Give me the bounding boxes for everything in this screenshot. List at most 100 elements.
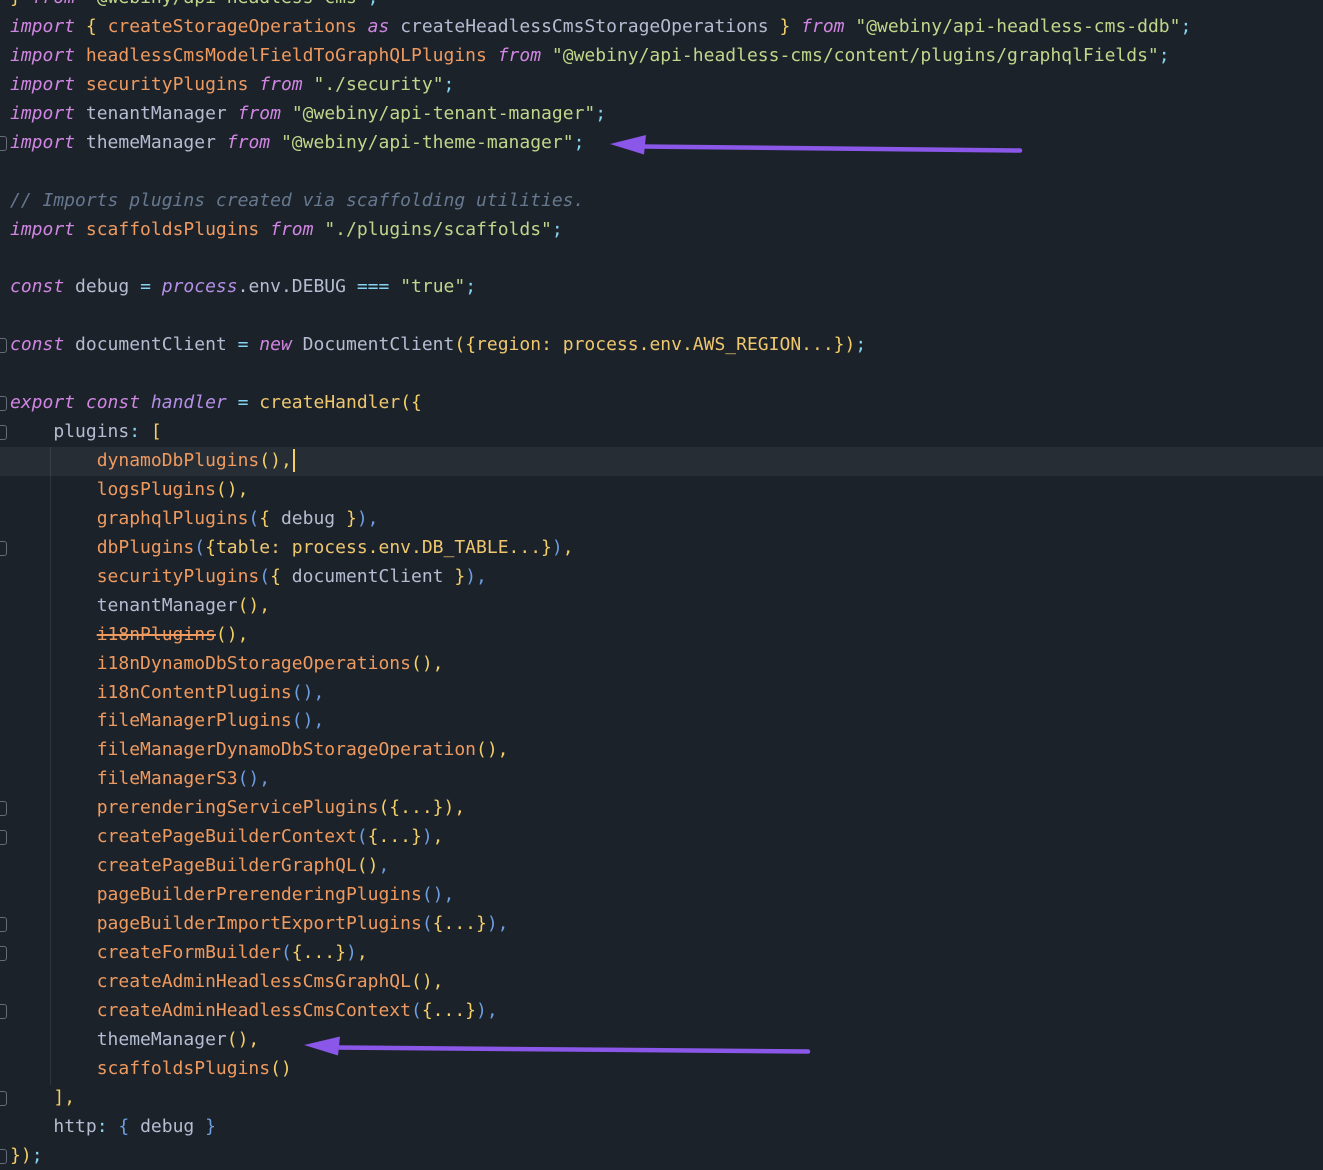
code-token: ; — [552, 219, 563, 240]
code-token: securityPlugins — [97, 566, 260, 587]
code-line[interactable]: scaffoldsPlugins() — [0, 1055, 1323, 1084]
code-line[interactable]: import themeManager from "@webiny/api-th… — [0, 129, 1323, 158]
code-token: ( — [411, 1000, 422, 1021]
code-line[interactable]: plugins: [ — [0, 418, 1323, 447]
fold-marker-icon[interactable] — [0, 830, 7, 845]
code-line[interactable]: fileManagerDynamoDbStorageOperation(), — [0, 736, 1323, 765]
fold-marker-icon[interactable] — [0, 1004, 7, 1019]
code-token: from — [227, 132, 270, 153]
code-line[interactable]: ], — [0, 1084, 1323, 1113]
code-line[interactable]: graphqlPlugins({ debug }), — [0, 505, 1323, 534]
code-line[interactable]: i18nDynamoDbStorageOperations(), — [0, 650, 1323, 679]
fold-marker-icon[interactable] — [0, 946, 7, 961]
code-token — [845, 16, 856, 37]
code-line[interactable] — [0, 360, 1323, 389]
code-line[interactable]: const debug = process.env.DEBUG === "tru… — [0, 273, 1323, 302]
code-token: scaffoldsPlugins — [86, 219, 259, 240]
code-line[interactable]: createAdminHeadlessCmsContext({...}), — [0, 997, 1323, 1026]
code-line[interactable]: const documentClient = new DocumentClien… — [0, 331, 1323, 360]
code-line[interactable]: fileManagerS3(), — [0, 765, 1323, 794]
fold-marker-icon[interactable] — [0, 801, 7, 816]
code-line[interactable] — [0, 244, 1323, 273]
code-token — [75, 74, 86, 95]
code-token — [64, 334, 75, 355]
code-token — [292, 334, 303, 355]
code-token — [10, 537, 97, 558]
code-token: fileManagerS3 — [97, 768, 238, 789]
code-line[interactable]: import headlessCmsModelFieldToGraphQLPlu… — [0, 42, 1323, 71]
code-token — [313, 219, 324, 240]
code-line[interactable]: logsPlugins(), — [0, 476, 1323, 505]
code-line[interactable] — [0, 302, 1323, 331]
code-line[interactable]: i18nPlugins(), — [0, 621, 1323, 650]
code-token — [10, 1000, 97, 1021]
code-line[interactable]: }); — [0, 1142, 1323, 1170]
code-token: createStorageOperations — [108, 16, 357, 37]
code-token — [10, 826, 97, 847]
code-token: table: process.env.DB_TABLE... — [216, 537, 541, 558]
code-token: fileManagerPlugins — [97, 710, 292, 731]
code-token — [75, 0, 86, 8]
code-line[interactable]: } from "@webiny/api-headless-cms"; — [0, 0, 1323, 13]
code-line[interactable]: fileManagerPlugins(), — [0, 707, 1323, 736]
code-line[interactable]: pageBuilderImportExportPlugins({...}), — [0, 910, 1323, 939]
code-token — [75, 45, 86, 66]
code-line[interactable]: createFormBuilder({...}), — [0, 939, 1323, 968]
code-editor[interactable]: } from "@webiny/api-headless-cms";import… — [0, 0, 1323, 1170]
code-token — [10, 624, 97, 645]
fold-marker-icon[interactable] — [0, 1091, 7, 1106]
code-line[interactable]: pageBuilderPrerenderingPlugins(), — [0, 881, 1323, 910]
code-line[interactable]: import securityPlugins from "./security"… — [0, 71, 1323, 100]
code-line[interactable]: themeManager(), — [0, 1026, 1323, 1055]
fold-marker-icon[interactable] — [0, 917, 7, 932]
code-line[interactable]: // Imports plugins created via scaffoldi… — [0, 187, 1323, 216]
code-token: = — [238, 334, 249, 355]
code-token: const — [10, 276, 64, 297]
code-line[interactable]: import scaffoldsPlugins from "./plugins/… — [0, 216, 1323, 245]
code-token — [140, 421, 151, 442]
code-token: ; — [32, 1145, 43, 1166]
code-token: createAdminHeadlessCmsGraphQL — [97, 971, 411, 992]
code-token: (), — [238, 595, 271, 616]
code-line[interactable]: http: { debug } — [0, 1113, 1323, 1142]
code-token — [389, 16, 400, 37]
fold-marker-icon[interactable] — [0, 541, 7, 556]
code-line[interactable]: i18nContentPlugins(), — [0, 679, 1323, 708]
code-line[interactable]: import { createStorageOperations as crea… — [0, 13, 1323, 42]
code-token — [227, 334, 238, 355]
code-token: new — [259, 334, 292, 355]
code-line[interactable]: import tenantManager from "@webiny/api-t… — [0, 100, 1323, 129]
code-token: http — [53, 1116, 96, 1137]
code-line[interactable] — [0, 158, 1323, 187]
code-line[interactable]: dynamoDbPlugins(), — [0, 447, 1323, 476]
code-token — [10, 1087, 53, 1108]
code-token: import — [10, 74, 75, 95]
code-token — [151, 276, 162, 297]
code-token: ( — [259, 566, 270, 587]
fold-marker-icon[interactable] — [0, 396, 7, 411]
code-token — [10, 653, 97, 674]
code-token: import — [10, 219, 75, 240]
code-token: pageBuilderImportExportPlugins — [97, 913, 422, 934]
code-token: prerenderingServicePlugins — [97, 797, 379, 818]
fold-marker-icon[interactable] — [0, 136, 7, 151]
code-line[interactable]: securityPlugins({ documentClient }), — [0, 563, 1323, 592]
code-line[interactable]: prerenderingServicePlugins({...}), — [0, 794, 1323, 823]
code-line[interactable]: createPageBuilderContext({...}), — [0, 823, 1323, 852]
code-token: process — [162, 276, 238, 297]
code-token: i18nContentPlugins — [97, 682, 292, 703]
code-line[interactable]: export const handler = createHandler({ — [0, 389, 1323, 418]
code-token — [10, 1058, 97, 1079]
code-token — [10, 682, 97, 703]
code-token: ( — [357, 826, 368, 847]
code-line[interactable]: createAdminHeadlessCmsGraphQL(), — [0, 968, 1323, 997]
code-token — [129, 276, 140, 297]
code-token — [10, 710, 97, 731]
fold-marker-icon[interactable] — [0, 338, 7, 353]
fold-marker-icon[interactable] — [0, 425, 7, 440]
code-line[interactable]: tenantManager(), — [0, 592, 1323, 621]
fold-marker-icon[interactable] — [0, 1149, 7, 1164]
code-token: handler — [151, 392, 227, 413]
code-line[interactable]: dbPlugins({table: process.env.DB_TABLE..… — [0, 534, 1323, 563]
code-line[interactable]: createPageBuilderGraphQL(), — [0, 852, 1323, 881]
